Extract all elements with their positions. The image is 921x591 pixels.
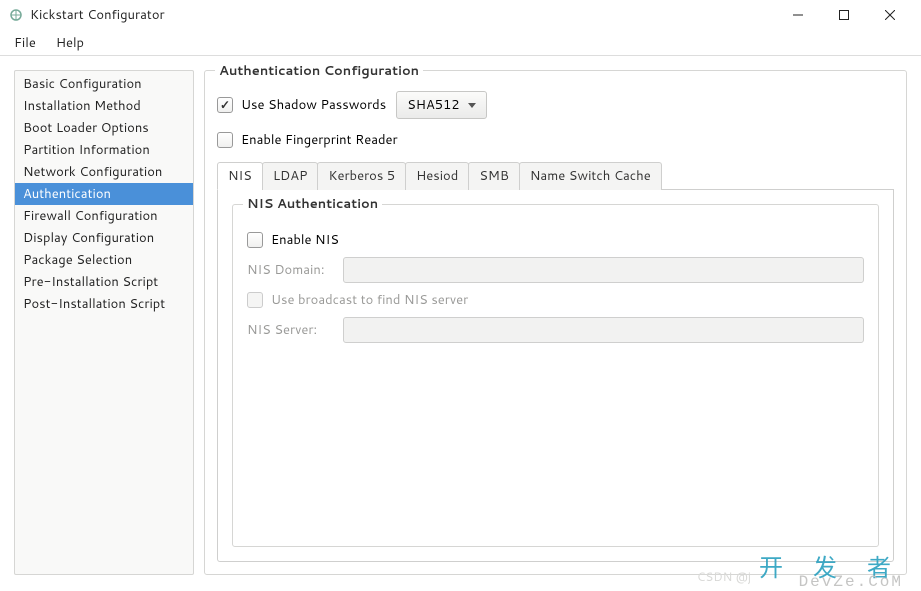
checkbox-icon (217, 97, 233, 113)
use-shadow-passwords-checkbox[interactable]: Use Shadow Passwords (217, 96, 386, 114)
tab-hesiod[interactable]: Hesiod (405, 162, 469, 190)
hash-algorithm-dropdown[interactable]: SHA512 (396, 91, 486, 119)
minimize-button[interactable] (775, 0, 821, 30)
menu-file[interactable]: File (4, 30, 46, 56)
sidebar-item-post-installation-script[interactable]: Post-Installation Script (15, 293, 193, 315)
enable-fingerprint-checkbox[interactable]: Enable Fingerprint Reader (217, 131, 398, 149)
nis-auth-title: NIS Authentication (243, 195, 382, 213)
window-controls (775, 0, 913, 30)
sidebar: Basic Configuration Installation Method … (14, 70, 194, 575)
auth-config-group: Authentication Configuration Use Shadow … (204, 70, 907, 575)
tabpanel-nis: NIS Authentication Enable NIS NIS Domain… (217, 190, 894, 562)
sidebar-item-basic-configuration[interactable]: Basic Configuration (15, 73, 193, 95)
content-pane: Authentication Configuration Use Shadow … (204, 70, 907, 575)
sidebar-item-authentication[interactable]: Authentication (15, 183, 193, 205)
hash-algorithm-value: SHA512 (407, 96, 459, 114)
use-broadcast-label: Use broadcast to find NIS server (271, 291, 468, 309)
nis-server-label: NIS Server: (247, 321, 333, 339)
titlebar: Kickstart Configurator (0, 0, 921, 30)
main-layout: Basic Configuration Installation Method … (0, 56, 921, 589)
sidebar-item-firewall-configuration[interactable]: Firewall Configuration (15, 205, 193, 227)
sidebar-item-network-configuration[interactable]: Network Configuration (15, 161, 193, 183)
sidebar-item-display-configuration[interactable]: Display Configuration (15, 227, 193, 249)
nis-domain-input[interactable] (343, 257, 864, 283)
checkbox-icon (247, 292, 263, 308)
tab-name-switch-cache[interactable]: Name Switch Cache (519, 162, 662, 190)
tab-nis[interactable]: NIS (217, 162, 263, 190)
tab-kerberos5[interactable]: Kerberos 5 (317, 162, 406, 190)
use-broadcast-checkbox: Use broadcast to find NIS server (247, 291, 468, 309)
menubar: File Help (0, 30, 921, 56)
maximize-button[interactable] (821, 0, 867, 30)
checkbox-icon (217, 132, 233, 148)
enable-fingerprint-label: Enable Fingerprint Reader (241, 131, 398, 149)
checkbox-icon (247, 232, 263, 248)
chevron-down-icon (468, 103, 476, 108)
auth-config-title: Authentication Configuration (215, 62, 423, 80)
window-title: Kickstart Configurator (30, 6, 165, 24)
nis-domain-label: NIS Domain: (247, 261, 333, 279)
auth-tabs: NIS LDAP Kerberos 5 Hesiod SMB Name Swit… (217, 161, 894, 562)
sidebar-item-installation-method[interactable]: Installation Method (15, 95, 193, 117)
close-button[interactable] (867, 0, 913, 30)
use-shadow-passwords-label: Use Shadow Passwords (241, 96, 386, 114)
menu-help[interactable]: Help (46, 30, 94, 56)
app-icon (8, 7, 24, 23)
nis-auth-group: NIS Authentication Enable NIS NIS Domain… (232, 204, 879, 547)
sidebar-item-partition-information[interactable]: Partition Information (15, 139, 193, 161)
enable-nis-checkbox[interactable]: Enable NIS (247, 231, 339, 249)
nis-server-input[interactable] (343, 317, 864, 343)
sidebar-item-boot-loader-options[interactable]: Boot Loader Options (15, 117, 193, 139)
tab-smb[interactable]: SMB (468, 162, 520, 190)
sidebar-item-pre-installation-script[interactable]: Pre-Installation Script (15, 271, 193, 293)
enable-nis-label: Enable NIS (271, 231, 339, 249)
tabbar: NIS LDAP Kerberos 5 Hesiod SMB Name Swit… (217, 161, 894, 190)
sidebar-item-package-selection[interactable]: Package Selection (15, 249, 193, 271)
tab-ldap[interactable]: LDAP (262, 162, 319, 190)
